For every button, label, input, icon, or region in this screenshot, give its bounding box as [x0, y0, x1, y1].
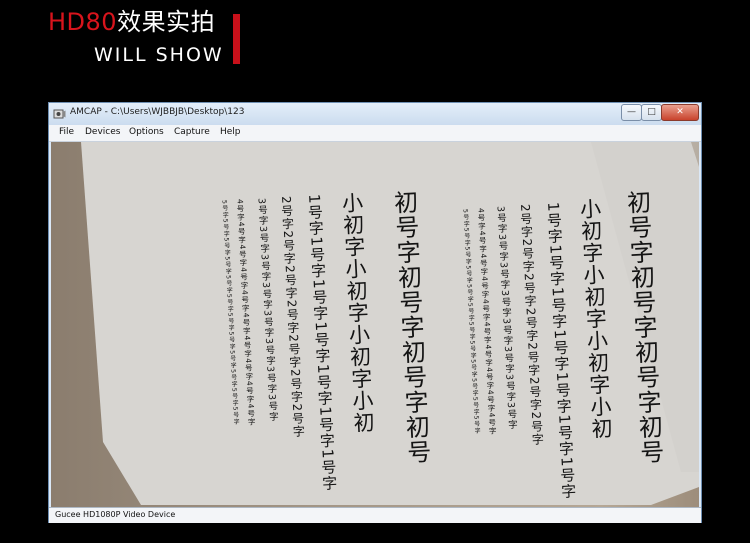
- menu-file[interactable]: File: [59, 127, 74, 137]
- menu-devices[interactable]: Devices: [85, 127, 120, 137]
- banner-accent-bar: [233, 14, 240, 64]
- video-preview: 初号字初号字初号字初号 小初字小初字小初字小初 1号字1号字1号字1号字1号字1号字…: [51, 142, 699, 507]
- camera-app-icon: [53, 109, 66, 119]
- menu-bar: File Devices Options Capture Help: [49, 125, 701, 142]
- banner-title-text: 效果实拍: [117, 8, 216, 36]
- close-button[interactable]: ✕: [661, 104, 699, 121]
- status-bar: Gucee HD1080P Video Device: [49, 507, 701, 523]
- minimize-button[interactable]: —: [621, 104, 642, 121]
- document-paper: 初号字初号字初号字初号小初字小初字小初字小初1号字1号字1号字1号字1号字1号字…: [81, 142, 699, 505]
- maximize-button[interactable]: □: [641, 104, 662, 121]
- banner-model: HD80: [48, 8, 118, 36]
- window-title: AMCAP - C:\Users\WJBBJB\Desktop\123: [70, 107, 245, 117]
- banner-title: HD80效果实拍: [48, 8, 215, 36]
- title-bar[interactable]: AMCAP - C:\Users\WJBBJB\Desktop\123 — □ …: [49, 103, 701, 125]
- status-device-name: Gucee HD1080P Video Device: [55, 510, 176, 519]
- menu-help[interactable]: Help: [220, 127, 241, 137]
- banner-subtitle: WILL SHOW: [94, 44, 224, 66]
- menu-capture[interactable]: Capture: [174, 127, 210, 137]
- amcap-window: AMCAP - C:\Users\WJBBJB\Desktop\123 — □ …: [48, 102, 702, 523]
- menu-options[interactable]: Options: [129, 127, 164, 137]
